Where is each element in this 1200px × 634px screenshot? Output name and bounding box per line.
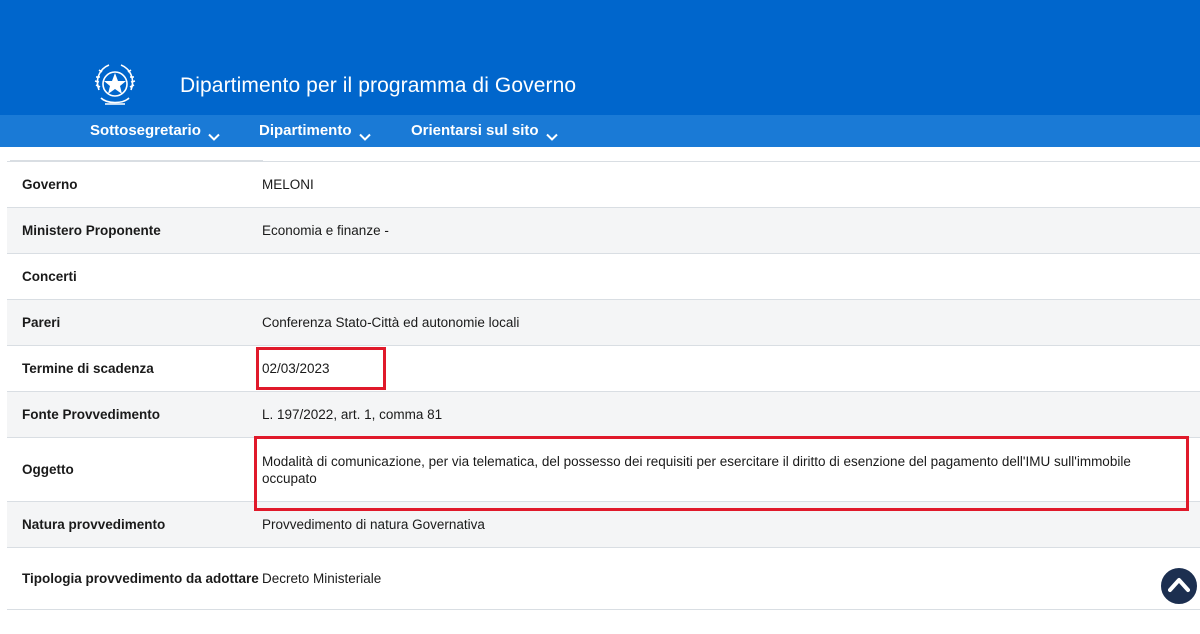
site-title[interactable]: Dipartimento per il programma di Governo xyxy=(180,74,576,98)
table-row-concerti: Concerti xyxy=(7,253,1200,299)
row-label: Termine di scadenza xyxy=(22,361,154,376)
nav-item-label: Orientarsi sul sito xyxy=(411,122,539,139)
row-label: Concerti xyxy=(22,269,77,284)
row-label: Governo xyxy=(22,177,78,192)
main-navigation: Sottosegretario Dipartimento Orientarsi … xyxy=(0,115,1200,147)
nav-item-sottosegretario[interactable]: Sottosegretario xyxy=(90,115,220,147)
row-label: Fonte Provvedimento xyxy=(22,407,161,422)
nav-item-orientarsi[interactable]: Orientarsi sul sito xyxy=(411,115,558,147)
chevron-down-icon xyxy=(208,123,220,141)
row-value: Economia e finanze - xyxy=(262,223,389,238)
nav-item-label: Dipartimento xyxy=(259,122,352,139)
row-value: Decreto Ministeriale xyxy=(262,571,382,586)
table-row-termine: Termine di scadenza 02/03/2023 xyxy=(7,345,1200,391)
nav-item-dipartimento[interactable]: Dipartimento xyxy=(259,115,371,147)
row-label: Tipologia provvedimento da adottare xyxy=(22,571,259,586)
row-value: L. 197/2022, art. 1, comma 81 xyxy=(262,407,443,422)
row-label: Oggetto xyxy=(22,462,74,477)
italian-republic-emblem-icon[interactable] xyxy=(91,60,139,110)
table-row-fonte: Fonte Provvedimento L. 197/2022, art. 1,… xyxy=(7,391,1200,437)
table-row-tipologia: Tipologia provvedimento da adottare Decr… xyxy=(7,547,1200,609)
chevron-up-icon xyxy=(1168,575,1190,598)
row-label: Ministero Proponente xyxy=(22,223,161,238)
table-row-governo: Governo MELONI xyxy=(7,161,1200,207)
highlight-box-oggetto xyxy=(254,436,1189,511)
row-value: MELONI xyxy=(262,177,314,192)
row-label: Natura provvedimento xyxy=(22,517,166,532)
highlight-box-termine xyxy=(256,347,386,390)
row-value: Provvedimento di natura Governativa xyxy=(262,517,485,532)
row-value: Conferenza Stato-Città ed autonomie loca… xyxy=(262,315,520,330)
row-label: Pareri xyxy=(22,315,61,330)
chevron-down-icon xyxy=(545,123,558,141)
chevron-down-icon xyxy=(358,123,371,141)
back-to-top-button[interactable] xyxy=(1159,566,1199,606)
table-row-ministero: Ministero Proponente Economia e finanze … xyxy=(7,207,1200,253)
table-row-pareri: Pareri Conferenza Stato-Città ed autonom… xyxy=(7,299,1200,345)
divider xyxy=(7,609,1200,610)
nav-item-label: Sottosegretario xyxy=(90,122,201,139)
row-value: 02/03/2023 xyxy=(262,361,330,376)
